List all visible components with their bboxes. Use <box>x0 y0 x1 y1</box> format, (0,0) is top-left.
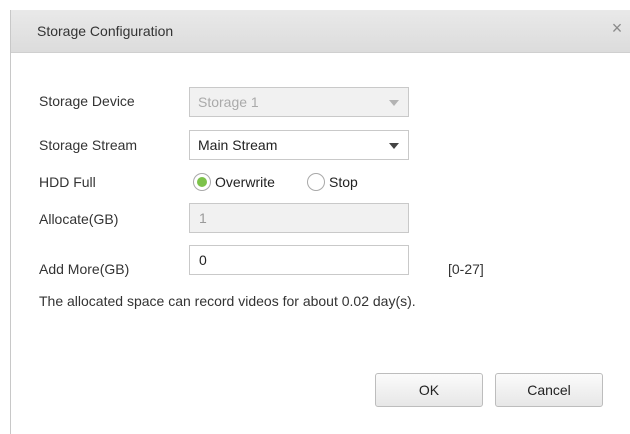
storage-stream-label: Storage Stream <box>39 137 138 153</box>
close-icon[interactable]: × <box>607 18 627 38</box>
record-duration-info: The allocated space can record videos fo… <box>39 293 416 309</box>
cancel-button[interactable]: Cancel <box>495 373 603 407</box>
allocate-label: Allocate(GB) <box>39 211 119 227</box>
dialog-title: Storage Configuration <box>37 23 174 39</box>
ok-button[interactable]: OK <box>375 373 483 407</box>
storage-stream-select[interactable]: Main Stream <box>189 130 409 160</box>
overwrite-radio[interactable] <box>193 173 211 191</box>
chevron-down-icon[interactable] <box>389 143 399 149</box>
hdd-full-label: HDD Full <box>39 174 96 190</box>
storage-configuration-dialog: Storage Configuration × Storage Device S… <box>10 10 630 434</box>
storage-stream-value: Main Stream <box>198 137 278 153</box>
stop-radio[interactable] <box>307 173 325 191</box>
storage-device-value: Storage 1 <box>198 94 259 110</box>
stop-radio-label[interactable]: Stop <box>329 174 358 190</box>
add-more-label: Add More(GB) <box>39 261 130 277</box>
storage-device-select: Storage 1 <box>189 87 409 117</box>
chevron-down-icon <box>389 100 399 106</box>
dialog-titlebar: Storage Configuration × <box>11 10 630 53</box>
allocate-field: 1 <box>189 203 409 233</box>
storage-device-label: Storage Device <box>39 93 135 109</box>
overwrite-radio-label[interactable]: Overwrite <box>215 174 275 190</box>
add-more-field[interactable]: 0 <box>189 245 409 275</box>
add-more-range: [0-27] <box>448 261 484 277</box>
